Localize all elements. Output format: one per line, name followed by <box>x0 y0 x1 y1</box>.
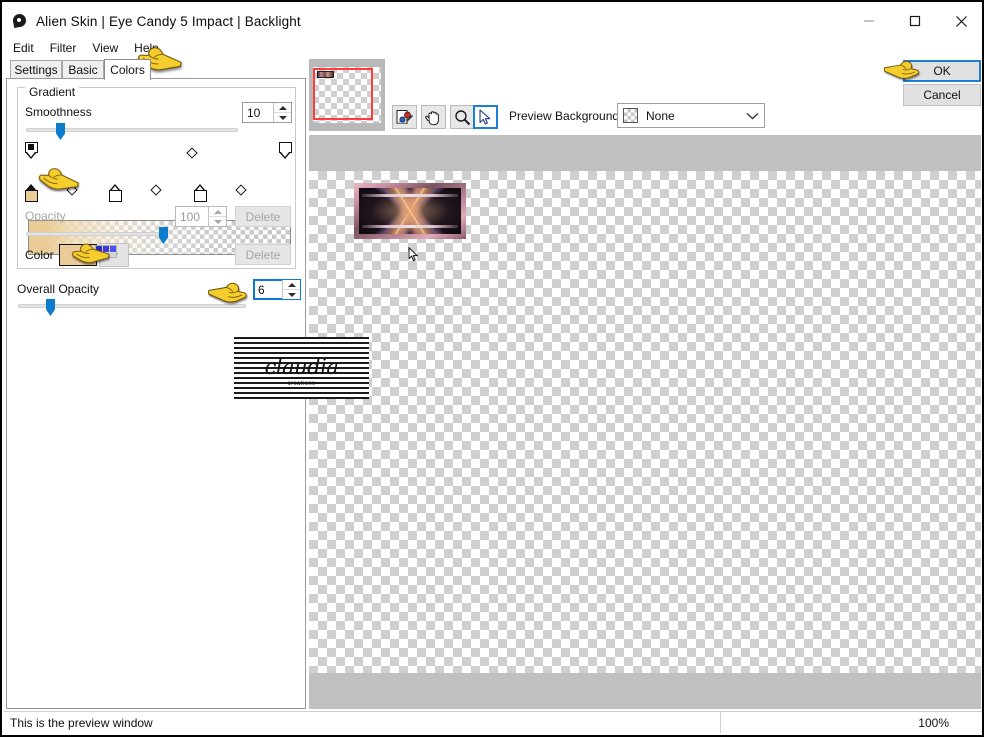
hand-icon <box>425 110 439 125</box>
overall-opacity-slider[interactable] <box>18 299 246 316</box>
status-separator <box>720 712 721 733</box>
smoothness-step-down[interactable] <box>274 113 291 122</box>
transparency-swatch-icon <box>623 108 638 123</box>
menu-item-filter[interactable]: Filter <box>43 40 84 56</box>
overall-opacity-value[interactable]: 6 <box>254 280 282 299</box>
gradient-color-stop-1[interactable] <box>109 184 122 202</box>
hand-tool-button[interactable] <box>421 105 446 129</box>
arrow-cursor-icon <box>479 109 491 125</box>
tab-strip: Settings Basic Colors <box>6 59 306 80</box>
color-label: Color <box>25 248 54 262</box>
tab-colors[interactable]: Colors <box>104 59 151 80</box>
window-controls <box>846 4 982 38</box>
application-window: Alien Skin | Eye Candy 5 Impact | Backli… <box>0 0 984 737</box>
chevron-down-icon[interactable] <box>740 112 764 120</box>
maximize-button[interactable] <box>892 4 938 38</box>
ok-button[interactable]: OK <box>903 60 981 82</box>
arrow-tool-button[interactable] <box>473 105 498 129</box>
gradient-opacity-stop-1[interactable] <box>279 142 292 159</box>
overall-opacity-step-up[interactable] <box>283 280 300 290</box>
watermark-logo: claudia creations <box>234 337 369 399</box>
smoothness-stepper[interactable] <box>273 103 291 122</box>
status-zoom-level: 100% <box>918 715 949 730</box>
magnifier-icon <box>455 109 471 125</box>
opacity-spinner[interactable]: 100 <box>175 206 227 227</box>
smoothness-slider[interactable] <box>26 123 238 140</box>
overall-opacity-stepper[interactable] <box>282 280 300 299</box>
menu-item-edit[interactable]: Edit <box>6 40 41 56</box>
gradient-color-stop-2[interactable] <box>194 184 207 202</box>
opacity-label: Opacity <box>25 209 66 223</box>
status-message: This is the preview window <box>10 715 153 730</box>
zoom-tool-button[interactable] <box>450 105 475 129</box>
opacity-value[interactable]: 100 <box>176 207 208 226</box>
navigator-thumbnail[interactable] <box>309 59 385 131</box>
opacity-stepper[interactable] <box>208 207 226 226</box>
overall-opacity-step-down[interactable] <box>283 290 300 299</box>
color-swatch[interactable] <box>59 244 97 266</box>
color-picker-icon <box>396 109 413 124</box>
overall-opacity-spinner[interactable]: 6 <box>253 279 301 300</box>
smoothness-value[interactable]: 10 <box>243 103 273 122</box>
color-recent-chips[interactable] <box>95 245 117 258</box>
preview-background-value: None <box>646 108 675 123</box>
window-title: Alien Skin | Eye Candy 5 Impact | Backli… <box>36 13 301 29</box>
tab-settings[interactable]: Settings <box>10 60 62 79</box>
smoothness-step-up[interactable] <box>274 103 291 113</box>
cancel-button[interactable]: Cancel <box>903 84 981 106</box>
menu-bar: Edit Filter View Help <box>4 38 982 57</box>
menu-item-view[interactable]: View <box>85 40 125 56</box>
smoothness-label: Smoothness <box>25 105 92 119</box>
gradient-color-stop-0[interactable] <box>25 184 38 202</box>
preview-background-label: Preview Background: <box>509 109 623 123</box>
overall-opacity-label: Overall Opacity <box>17 282 100 296</box>
navigator-viewport-rect[interactable] <box>313 68 373 120</box>
status-bar: This is the preview window 100% <box>4 711 982 733</box>
opacity-slider[interactable] <box>26 227 168 244</box>
overall-opacity-slider-thumb[interactable] <box>46 299 55 316</box>
opacity-step-up[interactable] <box>209 207 226 217</box>
close-button[interactable] <box>938 4 982 38</box>
preview-canvas[interactable] <box>309 135 981 709</box>
tab-basic[interactable]: Basic <box>62 60 104 79</box>
color-picker-tool-button[interactable] <box>392 105 417 129</box>
smoothness-spinner[interactable]: 10 <box>242 102 292 123</box>
minimize-button[interactable] <box>846 4 892 38</box>
gradient-group-label: Gradient <box>25 85 80 99</box>
preview-image-backlight <box>354 183 466 239</box>
menu-item-help[interactable]: Help <box>127 40 166 56</box>
opacity-delete-button[interactable]: Delete <box>235 206 291 227</box>
opacity-step-down[interactable] <box>209 217 226 226</box>
gradient-opacity-stop-0[interactable] <box>25 142 38 159</box>
opacity-slider-track <box>26 232 168 236</box>
watermark-name: claudia <box>264 355 339 379</box>
canvas-mouse-cursor <box>408 246 419 265</box>
app-drop-icon <box>11 12 28 29</box>
watermark-subtitle: creations <box>287 381 316 387</box>
color-delete-button[interactable]: Delete <box>235 244 291 265</box>
preview-background-select[interactable]: None <box>617 103 765 128</box>
title-bar: Alien Skin | Eye Candy 5 Impact | Backli… <box>4 4 982 38</box>
